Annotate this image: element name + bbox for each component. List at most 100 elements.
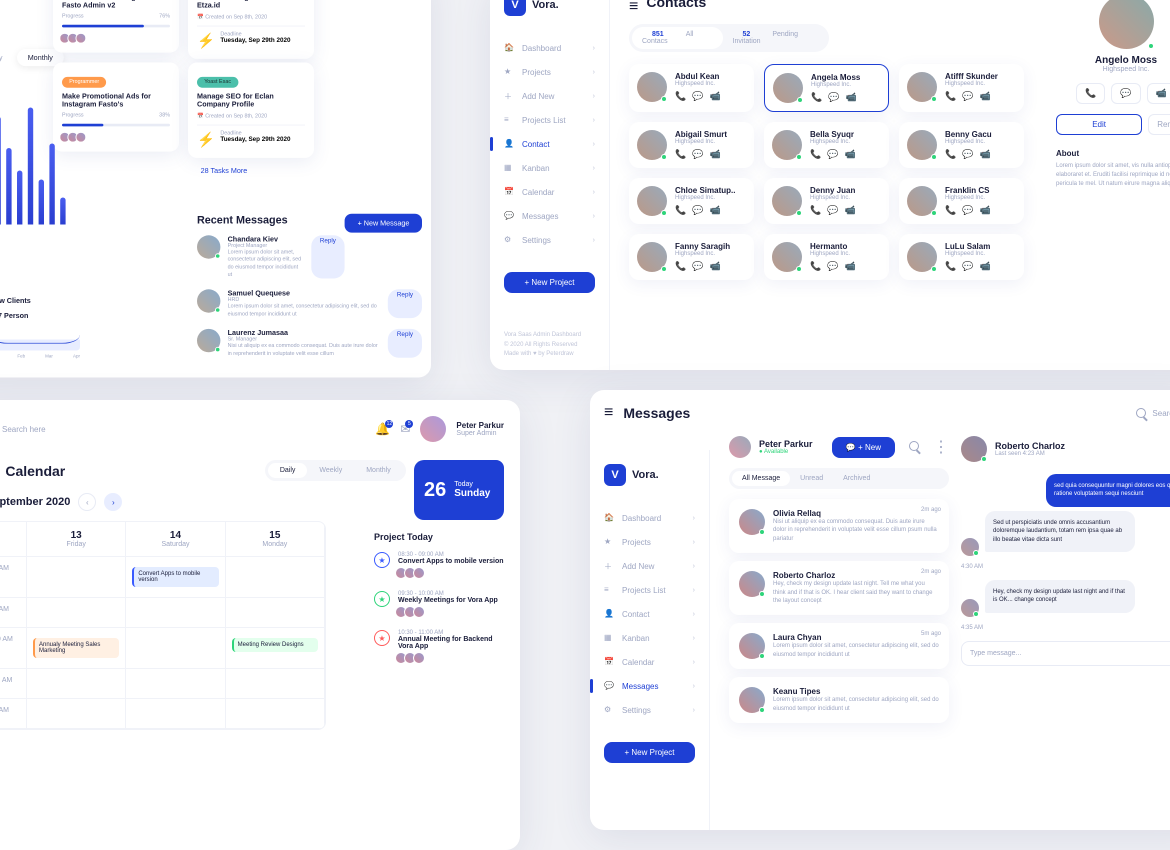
chat-icon[interactable]: 💬: [692, 91, 703, 102]
chat-icon[interactable]: 💬: [962, 91, 973, 102]
contact-card[interactable]: HermantoHighspeed Inc.📞💬📹: [764, 234, 889, 280]
new-project-button[interactable]: + New Project: [604, 742, 695, 763]
call-icon[interactable]: 📞: [810, 149, 821, 160]
next-arrow[interactable]: ›: [104, 493, 122, 511]
notification-icon[interactable]: 🔔12: [375, 422, 390, 436]
nav-settings[interactable]: ⚙Settings›: [604, 698, 695, 722]
nav-projects[interactable]: ★Projects›: [604, 530, 695, 554]
nav-messages[interactable]: 💬Messages›: [504, 204, 595, 228]
contact-card[interactable]: Angela MossHighspeed Inc.📞💬📹: [764, 64, 889, 112]
nav-dashboard[interactable]: 🏠Dashboard›: [504, 36, 595, 60]
video-icon[interactable]: 📹: [845, 92, 856, 103]
nav-projects-list[interactable]: ≡Projects List›: [604, 578, 695, 602]
chat-icon[interactable]: 💬: [962, 261, 973, 272]
contact-card[interactable]: LuLu SalamHighspeed Inc.📞💬📹: [899, 234, 1024, 280]
contact-card[interactable]: Fanny SaragihHighspeed Inc.📞💬📹: [629, 234, 754, 280]
search-input[interactable]: Search here: [1136, 408, 1170, 418]
video-icon[interactable]: 📹: [1147, 83, 1170, 104]
edit-button[interactable]: Edit: [1056, 114, 1142, 135]
call-icon[interactable]: 📞: [675, 261, 686, 272]
message-input[interactable]: Type message...: [961, 641, 1170, 666]
call-icon[interactable]: 📞: [1076, 83, 1105, 104]
view-toggle[interactable]: Daily Weekly Monthly: [0, 49, 64, 66]
sparkline: [0, 324, 80, 351]
chat-icon[interactable]: 💬: [827, 205, 838, 216]
video-icon[interactable]: 📹: [709, 91, 720, 102]
message-item[interactable]: Keanu TipesLorem ipsum dolor sit amet, c…: [729, 677, 949, 723]
contact-card[interactable]: Denny JuanHighspeed Inc.📞💬📹: [764, 178, 889, 224]
contact-card[interactable]: Franklin CSHighspeed Inc.📞💬📹: [899, 178, 1024, 224]
nav-contact[interactable]: 👤Contact›: [504, 132, 595, 156]
video-icon[interactable]: 📹: [709, 261, 720, 272]
chat-icon[interactable]: 💬: [692, 261, 703, 272]
call-icon[interactable]: 📞: [675, 205, 686, 216]
nav-messages[interactable]: 💬Messages›: [604, 674, 695, 698]
chat-icon[interactable]: 💬: [827, 261, 838, 272]
message-item[interactable]: Chandara KievProject ManagerLorem ipsum …: [197, 235, 345, 279]
nav-contact[interactable]: 👤Contact›: [604, 602, 695, 626]
call-icon[interactable]: 📞: [945, 205, 956, 216]
contact-card[interactable]: Atifff SkunderHighspeed Inc.📞💬📹: [899, 64, 1024, 112]
nav-projects-list[interactable]: ≡Projects List›: [504, 108, 595, 132]
video-icon[interactable]: 📹: [979, 205, 990, 216]
reply-button[interactable]: Reply: [388, 290, 422, 319]
video-icon[interactable]: 📹: [844, 261, 855, 272]
nav-calendar[interactable]: 📅Calendar›: [604, 650, 695, 674]
video-icon[interactable]: 📹: [709, 205, 720, 216]
more-tasks-link[interactable]: 28 Tasks More: [188, 162, 260, 181]
nav-calendar[interactable]: 📅Calendar›: [504, 180, 595, 204]
nav-settings[interactable]: ⚙Settings›: [504, 228, 595, 252]
call-icon[interactable]: 📞: [675, 149, 686, 160]
menu-icon[interactable]: ≡: [604, 404, 613, 422]
chat-icon[interactable]: 💬: [1111, 83, 1140, 104]
nav-add-new[interactable]: ＋Add New›: [504, 84, 595, 108]
reply-button[interactable]: Reply: [388, 329, 422, 358]
message-item[interactable]: Laura ChyanLorem ipsum dolor sit amet, c…: [729, 623, 949, 669]
video-icon[interactable]: 📹: [709, 149, 720, 160]
nav-kanban[interactable]: ▦Kanban›: [504, 156, 595, 180]
nav-projects[interactable]: ★Projects›: [504, 60, 595, 84]
nav-kanban[interactable]: ▦Kanban›: [604, 626, 695, 650]
contact-card[interactable]: Chloe Simatup..Highspeed Inc.📞💬📹: [629, 178, 754, 224]
chat-icon[interactable]: 💬: [692, 149, 703, 160]
call-icon[interactable]: 📞: [810, 261, 821, 272]
chat-icon[interactable]: 💬: [828, 92, 839, 103]
new-button[interactable]: 💬 + New: [832, 437, 895, 458]
contact-card[interactable]: Abigail SmurtHighspeed Inc.📞💬📹: [629, 122, 754, 168]
call-icon[interactable]: 📞: [945, 91, 956, 102]
video-icon[interactable]: 📹: [844, 205, 855, 216]
new-project-button[interactable]: + New Project: [504, 272, 595, 293]
prev-arrow[interactable]: ‹: [78, 493, 96, 511]
message-icon[interactable]: ✉5: [400, 422, 410, 436]
video-icon[interactable]: 📹: [979, 91, 990, 102]
call-icon[interactable]: 📞: [675, 91, 686, 102]
remove-button[interactable]: Remove: [1148, 114, 1170, 135]
video-icon[interactable]: 📹: [979, 149, 990, 160]
contact-card[interactable]: Bella SyuqrHighspeed Inc.📞💬📹: [764, 122, 889, 168]
chat-icon[interactable]: 💬: [692, 205, 703, 216]
chat-icon[interactable]: 💬: [962, 149, 973, 160]
call-icon[interactable]: 📞: [811, 92, 822, 103]
contact-card[interactable]: Benny GacuHighspeed Inc.📞💬📹: [899, 122, 1024, 168]
message-item[interactable]: Laurenz JumasaaSr. ManagerNisi ut aliqui…: [197, 329, 422, 358]
search-input[interactable]: Search here: [0, 424, 365, 434]
nav-dashboard[interactable]: 🏠Dashboard›: [604, 506, 695, 530]
chat-icon[interactable]: 💬: [827, 149, 838, 160]
more-icon[interactable]: ⋮: [933, 437, 949, 457]
menu-icon[interactable]: ≡: [629, 0, 638, 16]
avatar[interactable]: [420, 416, 446, 442]
video-icon[interactable]: 📹: [844, 149, 855, 160]
call-icon[interactable]: 📞: [945, 261, 956, 272]
nav-add-new[interactable]: ＋Add New›: [604, 554, 695, 578]
new-message-button[interactable]: + New Message: [345, 214, 422, 233]
contact-card[interactable]: Abdul KeanHighspeed Inc.📞💬📹: [629, 64, 754, 112]
search-icon[interactable]: [909, 438, 919, 456]
chat-icon[interactable]: 💬: [962, 205, 973, 216]
video-icon[interactable]: 📹: [979, 261, 990, 272]
reply-button[interactable]: Reply: [311, 235, 345, 279]
call-icon[interactable]: 📞: [810, 205, 821, 216]
message-item[interactable]: Olivia RellaqNisi ut aliquip ex ea commo…: [729, 499, 949, 553]
message-item[interactable]: Samuel QuequeseHRDLorem ipsum dolor sit …: [197, 290, 422, 319]
message-item[interactable]: Roberto CharlozHey, check my design upda…: [729, 561, 949, 615]
call-icon[interactable]: 📞: [945, 149, 956, 160]
